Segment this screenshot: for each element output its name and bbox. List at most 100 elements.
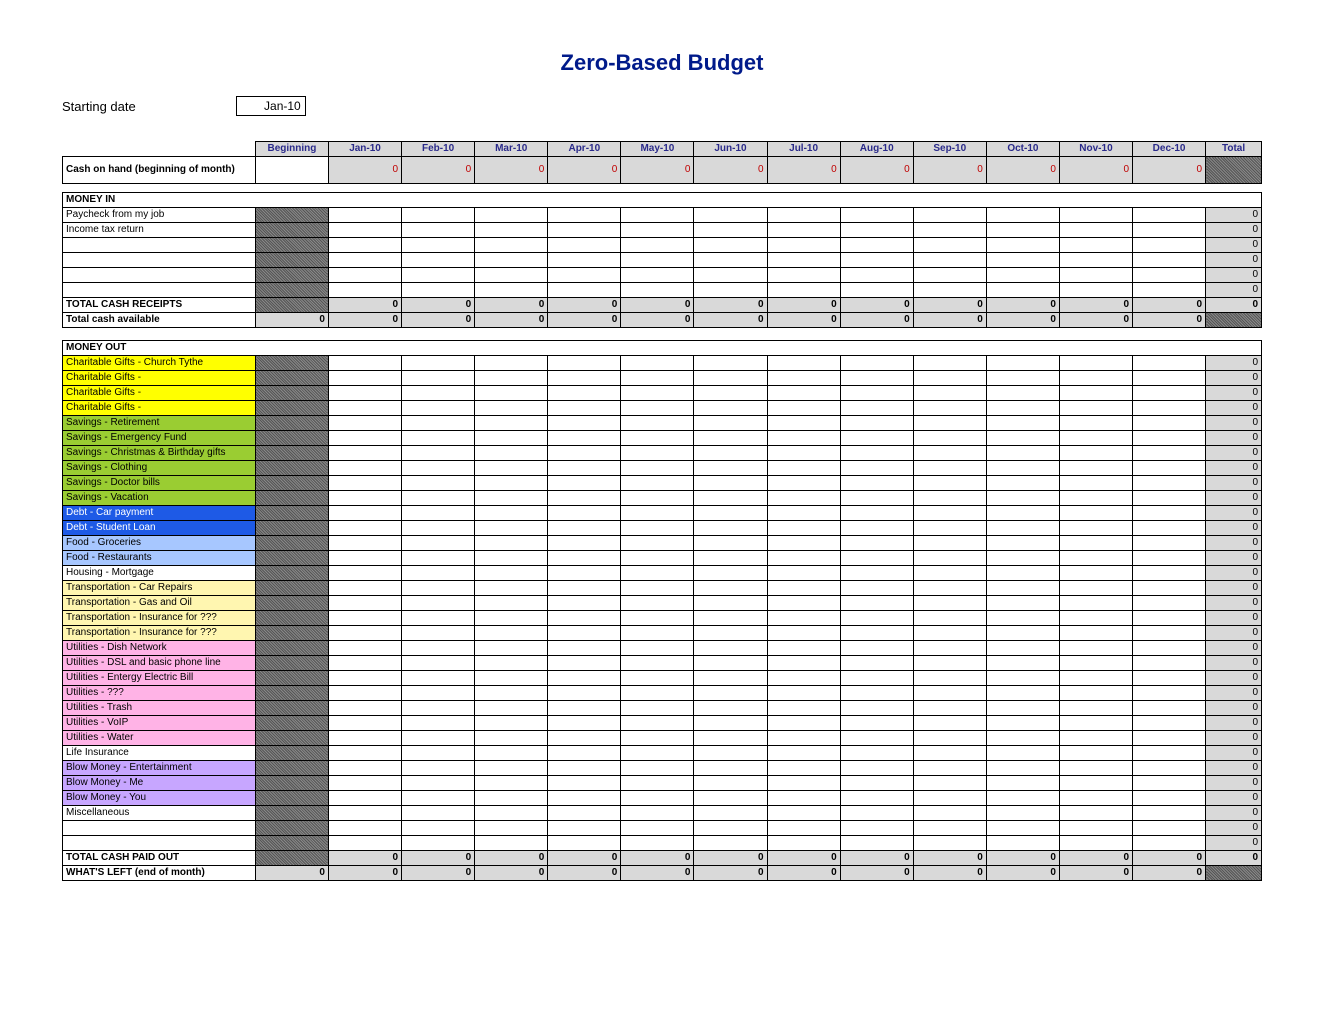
cell[interactable] xyxy=(694,371,767,386)
row-label[interactable]: Transportation - Car Repairs xyxy=(63,581,256,596)
cell[interactable] xyxy=(548,701,621,716)
cell[interactable] xyxy=(548,716,621,731)
cell[interactable] xyxy=(475,461,548,476)
cell[interactable] xyxy=(694,656,767,671)
row-label[interactable]: Savings - Doctor bills xyxy=(63,476,256,491)
row-label[interactable]: Transportation - Insurance for ??? xyxy=(63,626,256,641)
cell[interactable] xyxy=(840,806,913,821)
cell[interactable] xyxy=(1133,566,1206,581)
cell[interactable] xyxy=(913,446,986,461)
cell[interactable] xyxy=(1133,476,1206,491)
cell[interactable] xyxy=(621,776,694,791)
cell[interactable] xyxy=(328,671,401,686)
cell[interactable] xyxy=(694,431,767,446)
cell[interactable] xyxy=(986,611,1059,626)
cell[interactable] xyxy=(328,223,401,238)
cell[interactable] xyxy=(328,656,401,671)
row-label[interactable]: Debt - Student Loan xyxy=(63,521,256,536)
cell[interactable] xyxy=(402,356,475,371)
cell[interactable] xyxy=(986,238,1059,253)
row-label[interactable]: Food - Groceries xyxy=(63,536,256,551)
cell[interactable] xyxy=(694,731,767,746)
cell[interactable] xyxy=(328,596,401,611)
cell[interactable] xyxy=(621,836,694,851)
cell[interactable] xyxy=(402,521,475,536)
cell[interactable] xyxy=(986,581,1059,596)
cell[interactable] xyxy=(548,416,621,431)
cell[interactable] xyxy=(1059,371,1132,386)
cell[interactable] xyxy=(767,596,840,611)
cell[interactable] xyxy=(913,611,986,626)
cell[interactable] xyxy=(986,836,1059,851)
cell[interactable] xyxy=(840,208,913,223)
cell[interactable] xyxy=(767,716,840,731)
cell[interactable] xyxy=(1133,791,1206,806)
row-label[interactable]: Utilities - Dish Network xyxy=(63,641,256,656)
cell[interactable] xyxy=(1133,581,1206,596)
cell[interactable] xyxy=(913,791,986,806)
cell[interactable] xyxy=(402,581,475,596)
cell[interactable] xyxy=(1059,776,1132,791)
row-label[interactable]: Utilities - ??? xyxy=(63,686,256,701)
row-label[interactable]: Savings - Clothing xyxy=(63,461,256,476)
cell[interactable] xyxy=(402,596,475,611)
row-label[interactable]: Utilities - Trash xyxy=(63,701,256,716)
cell[interactable] xyxy=(767,746,840,761)
cell[interactable] xyxy=(328,806,401,821)
cell[interactable] xyxy=(475,536,548,551)
cell[interactable] xyxy=(402,223,475,238)
cell[interactable] xyxy=(621,536,694,551)
cell[interactable] xyxy=(840,611,913,626)
cell[interactable] xyxy=(475,716,548,731)
cell[interactable] xyxy=(840,238,913,253)
cell[interactable] xyxy=(767,371,840,386)
row-label[interactable]: Utilities - Entergy Electric Bill xyxy=(63,671,256,686)
row-label[interactable] xyxy=(63,821,256,836)
cell[interactable] xyxy=(548,806,621,821)
cell[interactable] xyxy=(1059,283,1132,298)
cell[interactable] xyxy=(621,581,694,596)
cell[interactable] xyxy=(475,371,548,386)
cell[interactable] xyxy=(1059,253,1132,268)
cell[interactable] xyxy=(328,566,401,581)
cell[interactable] xyxy=(840,656,913,671)
cell[interactable] xyxy=(621,238,694,253)
cell[interactable] xyxy=(767,581,840,596)
cell[interactable] xyxy=(694,746,767,761)
cell[interactable] xyxy=(767,731,840,746)
cell[interactable] xyxy=(1133,431,1206,446)
cell[interactable] xyxy=(548,238,621,253)
cell[interactable] xyxy=(694,791,767,806)
cell[interactable] xyxy=(986,701,1059,716)
cell[interactable] xyxy=(1133,641,1206,656)
row-label[interactable]: Savings - Retirement xyxy=(63,416,256,431)
cell[interactable] xyxy=(913,686,986,701)
cell[interactable] xyxy=(621,821,694,836)
cell[interactable] xyxy=(1059,641,1132,656)
cell[interactable] xyxy=(548,641,621,656)
cell[interactable] xyxy=(1133,386,1206,401)
cell[interactable] xyxy=(986,416,1059,431)
cell[interactable] xyxy=(840,223,913,238)
cell[interactable] xyxy=(986,566,1059,581)
row-label[interactable]: Miscellaneous xyxy=(63,806,256,821)
cell[interactable] xyxy=(475,283,548,298)
cell[interactable] xyxy=(548,208,621,223)
cell[interactable] xyxy=(475,446,548,461)
cell[interactable] xyxy=(1059,596,1132,611)
cell[interactable] xyxy=(621,476,694,491)
cell[interactable] xyxy=(840,386,913,401)
cell[interactable] xyxy=(986,491,1059,506)
cell[interactable] xyxy=(548,521,621,536)
cell[interactable] xyxy=(621,461,694,476)
cell[interactable] xyxy=(548,356,621,371)
cell[interactable] xyxy=(475,686,548,701)
cell[interactable] xyxy=(1059,701,1132,716)
cell[interactable] xyxy=(548,551,621,566)
cell[interactable] xyxy=(986,283,1059,298)
cell[interactable] xyxy=(986,476,1059,491)
cell[interactable] xyxy=(621,791,694,806)
cell[interactable] xyxy=(621,491,694,506)
cell[interactable] xyxy=(548,536,621,551)
cell[interactable] xyxy=(475,641,548,656)
